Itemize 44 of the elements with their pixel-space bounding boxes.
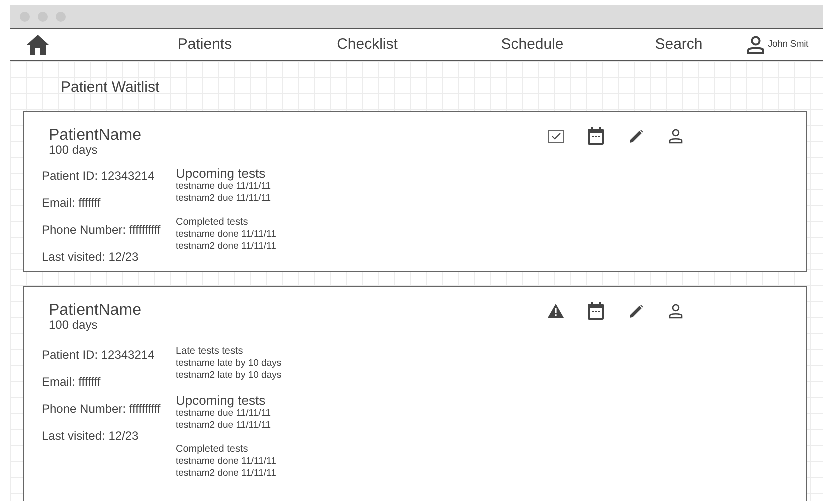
patient-detail: Last visited: 12/23 [42, 429, 140, 444]
test-entry: testname due 11/11/11 [176, 408, 272, 420]
person-icon[interactable] [669, 128, 683, 144]
nav-link[interactable]: Search [655, 36, 703, 53]
nav-link[interactable]: Checklist [337, 36, 398, 53]
test-section-heading: Completed tests [176, 444, 250, 456]
checkbox[interactable] [548, 130, 564, 142]
page-title: Patient Waitlist [61, 79, 160, 96]
test-entry: testname due 11/11/11 [176, 181, 272, 192]
calendar-icon[interactable] [588, 302, 604, 320]
test-section-heading: Completed tests [176, 217, 250, 229]
patient-detail: Patient ID: 12343214 [42, 169, 156, 184]
test-entry: testname done 11/11/11 [176, 229, 276, 240]
test-entry: testname late by 10 days [176, 358, 282, 370]
warning-icon [548, 304, 564, 318]
test-entry: testnam2 late by 10 days [176, 370, 282, 381]
wait-days: 100 days [49, 144, 142, 157]
test-entry: testname done 11/11/11 [176, 456, 278, 468]
test-entry: testnam2 done 11/11/11 [176, 468, 278, 479]
patient-name: PatientName [49, 127, 142, 144]
test-entry: testnam2 done 11/11/11 [176, 240, 276, 252]
patient-detail: Email: fffffff [42, 375, 102, 390]
check-icon [552, 132, 560, 140]
patient-detail: Phone Number: ffffffffff [42, 402, 162, 417]
patient-name: PatientName [49, 302, 142, 319]
calendar-icon[interactable] [588, 127, 604, 145]
pencil-icon[interactable] [630, 304, 642, 318]
pencil-icon[interactable] [630, 130, 642, 142]
test-section-heading: Upcoming tests [176, 167, 267, 181]
wait-days: 100 days [49, 319, 142, 332]
patient-detail: Last visited: 12/23 [42, 250, 140, 265]
person-icon[interactable] [669, 304, 683, 318]
user-icon[interactable] [747, 36, 765, 54]
patient-detail: Email: fffffff [42, 196, 102, 211]
nav-link[interactable]: Patients [178, 36, 232, 53]
test-section-heading: Upcoming tests [176, 394, 267, 408]
user-name[interactable]: John Smit [768, 39, 808, 50]
patient-detail: Patient ID: 12343214 [42, 348, 156, 363]
test-section-heading: Late tests tests [176, 346, 244, 358]
nav-link[interactable]: Schedule [501, 36, 564, 53]
home-icon[interactable] [27, 34, 49, 54]
test-entry: testnam2 due 11/11/11 [176, 192, 272, 204]
patient-detail: Phone Number: ffffffffff [42, 223, 162, 238]
test-entry: testnam2 due 11/11/11 [176, 420, 272, 431]
